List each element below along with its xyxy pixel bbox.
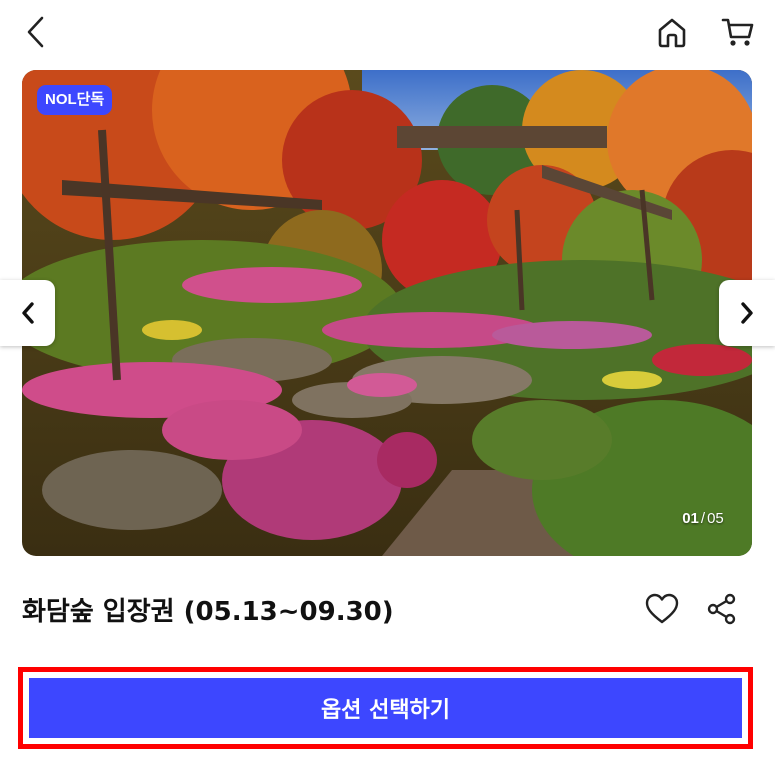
product-image-carousel[interactable] [22, 70, 752, 556]
garden-photo [22, 70, 752, 556]
heart-icon [645, 593, 679, 624]
total-image-count: 05 [707, 510, 724, 527]
share-icon [707, 593, 736, 625]
exclusive-badge: NOL단독 [37, 85, 113, 115]
chevron-left-icon [21, 302, 34, 324]
share-button[interactable] [700, 587, 744, 631]
home-button[interactable] [650, 10, 694, 54]
highlighted-cta-frame: 옵션 선택하기 [18, 667, 753, 749]
carousel-next-button[interactable] [719, 280, 775, 346]
chevron-right-icon [741, 302, 753, 324]
image-page-counter: 01/05 [667, 508, 739, 530]
home-icon [658, 18, 686, 48]
current-image-index: 01 [682, 510, 699, 527]
top-navigation-bar [0, 0, 775, 64]
counter-separator: / [700, 510, 706, 527]
wishlist-button[interactable] [640, 587, 684, 631]
product-title-row: 화담숲 입장권 (05.13~09.30) [22, 585, 752, 635]
back-button[interactable] [14, 10, 58, 54]
select-option-button[interactable]: 옵션 선택하기 [29, 678, 742, 738]
carousel-prev-button[interactable] [0, 280, 55, 346]
cart-button[interactable] [714, 10, 762, 54]
chevron-left-icon [27, 16, 44, 48]
cart-icon [721, 18, 754, 46]
product-title: 화담숲 입장권 (05.13~09.30) [22, 597, 394, 627]
